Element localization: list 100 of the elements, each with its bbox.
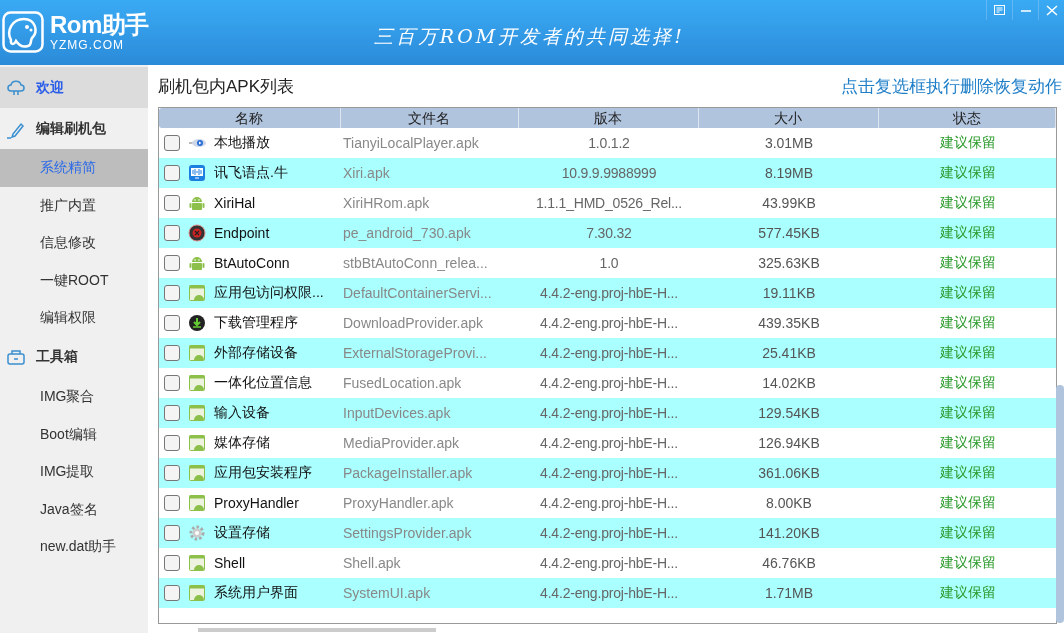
sidebar-item[interactable]: 推广内置 [0, 186, 148, 225]
table-cell-text: 3.01MB [763, 135, 815, 151]
toolbox-icon [6, 347, 26, 368]
column-header[interactable]: 文件名 [341, 108, 519, 128]
table-cell-text: 46.76KB [761, 555, 817, 571]
table-cell-text: Xiri.apk [342, 165, 391, 181]
sidebar-item[interactable]: 一键ROOT [0, 261, 148, 300]
app-name: 外部存储设备 [214, 344, 298, 362]
scrollbar-thumb[interactable] [1056, 385, 1064, 623]
app-name: 本地播放 [214, 134, 270, 152]
checkbox[interactable] [164, 135, 180, 151]
sidebar-label: 工具箱 [36, 348, 78, 367]
sidebar-label: 欢迎 [36, 78, 64, 97]
checkbox[interactable] [164, 495, 180, 511]
table-cell-text: 325.63KB [757, 255, 821, 271]
status-text: 建议保留 [938, 284, 997, 302]
table-cell-text: 25.41KB [761, 345, 817, 361]
checkbox[interactable] [164, 405, 180, 421]
status-text: 建议保留 [938, 464, 997, 482]
table-cell-text: 4.4.2-eng.proj-hbE-H... [539, 345, 679, 361]
table-cell-text: TianyiLocalPlayer.apk [342, 135, 480, 151]
download-icon [188, 314, 206, 332]
app-name: XiriHal [214, 195, 256, 211]
checkbox[interactable] [164, 255, 180, 271]
table-cell-text: 1.0 [598, 255, 620, 271]
app-name: 输入设备 [214, 404, 270, 422]
status-text: 建议保留 [938, 224, 997, 242]
checkbox[interactable] [164, 525, 180, 541]
mascot-logo-icon [2, 11, 44, 53]
app-name: ProxyHandler [214, 495, 299, 511]
table-cell-text: 7.30.32 [585, 225, 633, 241]
android-app-icon [188, 344, 206, 362]
status-text: 建议保留 [938, 344, 997, 362]
status-text: 建议保留 [938, 434, 997, 452]
sidebar-item[interactable]: 欢迎 [0, 67, 148, 108]
app-name: 应用包安装程序 [214, 464, 312, 482]
gear-icon [188, 524, 206, 542]
table-cell-text: stbBtAutoConn_relea... [342, 255, 489, 271]
table-cell-text: 4.4.2-eng.proj-hbE-H... [539, 555, 679, 571]
status-text: 建议保留 [938, 554, 997, 572]
sidebar-item[interactable]: 信息修改 [0, 224, 148, 262]
checkbox[interactable] [164, 285, 180, 301]
app-name: 下载管理程序 [214, 314, 298, 332]
scrollbar-thumb[interactable] [198, 628, 436, 632]
app-name: 讯飞语点.牛 [214, 164, 288, 182]
table-cell-text: 361.06KB [757, 465, 821, 481]
logo-subtitle: YZMG.COM [50, 39, 125, 51]
checkbox[interactable] [164, 345, 180, 361]
table-cell-text: 10.9.9.9988999 [560, 165, 658, 181]
app-name: 媒体存储 [214, 434, 270, 452]
close-icon [1045, 4, 1058, 16]
app-name: 应用包访问权限... [214, 284, 324, 302]
sidebar-item[interactable]: new.dat助手 [0, 528, 148, 566]
checkbox[interactable] [164, 165, 180, 181]
android-app-icon [188, 584, 206, 602]
table-cell-text: MediaProvider.apk [342, 435, 460, 451]
table-cell-text: 43.99KB [761, 195, 817, 211]
table-cell-text: DefaultContainerServi... [342, 285, 493, 301]
sidebar-item[interactable]: Boot编辑 [0, 415, 148, 454]
checkbox[interactable] [164, 195, 180, 211]
table-cell-text: 4.4.2-eng.proj-hbE-H... [539, 315, 679, 331]
sidebar-item[interactable]: 工具箱 [0, 336, 148, 378]
status-text: 建议保留 [938, 164, 997, 182]
table-cell-text: 126.94KB [757, 435, 821, 451]
column-header[interactable]: 状态 [879, 108, 1056, 128]
table-cell-text: FusedLocation.apk [342, 375, 463, 391]
column-header[interactable]: 版本 [519, 108, 699, 128]
checkbox[interactable] [164, 435, 180, 451]
sidebar-item[interactable]: IMG提取 [0, 453, 148, 491]
android-app-icon [188, 374, 206, 392]
sidebar-item[interactable]: 编辑权限 [0, 299, 148, 337]
status-text: 建议保留 [938, 524, 997, 542]
status-text: 建议保留 [938, 584, 997, 602]
list-icon [993, 4, 1006, 16]
checkbox[interactable] [164, 225, 180, 241]
checkbox[interactable] [164, 465, 180, 481]
sidebar-item[interactable]: IMG聚合 [0, 377, 148, 416]
table-cell-text: 1.1.1_HMD_0526_Rel... [535, 195, 683, 211]
sidebar-item[interactable]: 编辑刷机包 [0, 108, 148, 149]
android-app-icon [188, 464, 206, 482]
table-cell-text: ExternalStorageProvi... [342, 345, 488, 361]
table-cell-text: 19.11KB [761, 285, 817, 301]
checkbox[interactable] [164, 555, 180, 571]
column-header[interactable]: 大小 [699, 108, 879, 128]
checkbox[interactable] [164, 585, 180, 601]
sidebar-item[interactable]: Java签名 [0, 490, 148, 529]
android-app-icon [188, 554, 206, 572]
table-cell-text: 4.4.2-eng.proj-hbE-H... [539, 285, 679, 301]
hint-text: 点击复选框执行删除恢复动作 [841, 75, 1062, 98]
column-header[interactable]: 名称 [159, 108, 341, 128]
table-cell-text: Shell.apk [342, 555, 402, 571]
table-cell-text: 1.71MB [763, 585, 815, 601]
table-cell-text: pe_android_730.apk [342, 225, 472, 241]
checkbox[interactable] [164, 315, 180, 331]
table-cell-text: 4.4.2-eng.proj-hbE-H... [539, 465, 679, 481]
android-app-icon [188, 494, 206, 512]
record-icon [188, 224, 206, 242]
status-text: 建议保留 [938, 404, 997, 422]
checkbox[interactable] [164, 375, 180, 391]
list-title: 刷机包内APK列表 [158, 75, 295, 98]
